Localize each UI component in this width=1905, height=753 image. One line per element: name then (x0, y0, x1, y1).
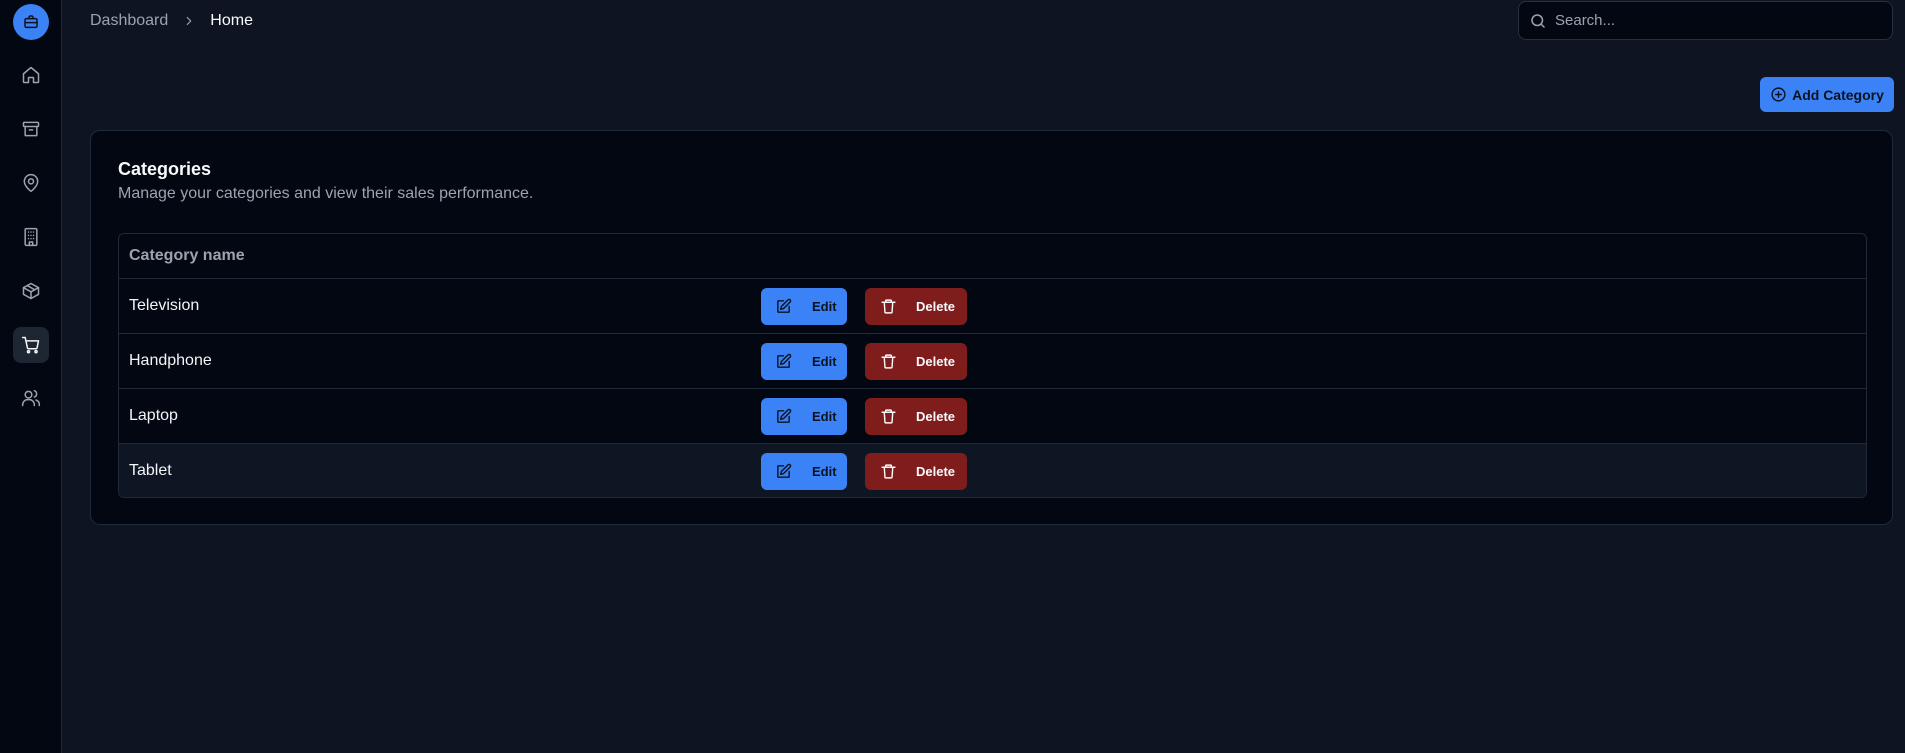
search-input[interactable] (1555, 12, 1875, 29)
breadcrumb-home: Home (210, 12, 253, 29)
delete-label: Delete (916, 298, 956, 314)
trash-icon (881, 463, 896, 479)
trash-icon (881, 353, 896, 369)
column-header-category-name: Category name (129, 247, 245, 264)
edit-label: Edit (812, 408, 837, 424)
edit-icon (777, 298, 792, 313)
edit-icon (777, 408, 792, 423)
edit-label: Edit (812, 298, 837, 314)
add-category-label: Add Category (1792, 86, 1884, 103)
category-name: Laptop (129, 407, 178, 424)
package-icon (22, 282, 40, 300)
edit-button[interactable]: Edit (761, 287, 847, 325)
archive-icon (22, 121, 40, 137)
search-icon (1531, 13, 1545, 28)
trash-icon (881, 298, 896, 314)
table-row: Tablet Edit Delete (119, 444, 1866, 497)
sidebar-item-locations[interactable] (13, 165, 49, 201)
table-row: Television Edit Delete (119, 279, 1866, 334)
category-name: Tablet (129, 462, 172, 479)
briefcase-icon (24, 15, 38, 29)
categories-card: Categories Manage your categories and vi… (90, 130, 1893, 525)
sidebar-item-buildings[interactable] (13, 219, 49, 255)
delete-label: Delete (916, 408, 956, 424)
trash-icon (881, 408, 896, 424)
edit-label: Edit (812, 353, 837, 369)
edit-label: Edit (812, 463, 837, 479)
edit-icon (777, 463, 792, 478)
card-description: Manage your categories and view their sa… (118, 185, 534, 202)
logo[interactable] (13, 4, 49, 40)
building-icon (24, 227, 38, 247)
shopping-cart-icon (21, 336, 40, 354)
sidebar-item-home[interactable] (13, 57, 49, 93)
table-header: Category name (119, 234, 1866, 279)
card-title: Categories (118, 159, 212, 179)
sidebar-item-products[interactable] (13, 273, 49, 309)
delete-label: Delete (916, 353, 956, 369)
users-icon (21, 389, 41, 407)
row-actions: Edit Delete (761, 452, 967, 490)
sidebar-item-users[interactable] (13, 380, 49, 416)
category-name: Television (129, 297, 200, 314)
table-row: Handphone Edit Delete (119, 334, 1866, 389)
plus-circle-icon (1771, 87, 1786, 102)
add-category-button[interactable]: Add Category (1760, 77, 1894, 112)
delete-button[interactable]: Delete (865, 397, 967, 435)
search-box (1518, 1, 1893, 40)
chevron-right-icon (182, 14, 196, 28)
sidebar (0, 0, 62, 753)
home-icon (22, 66, 40, 84)
table-row: Laptop Edit Delete (119, 389, 1866, 444)
breadcrumb: Dashboard Home (90, 11, 253, 31)
row-actions: Edit Delete (761, 287, 967, 325)
edit-button[interactable]: Edit (761, 397, 847, 435)
edit-button[interactable]: Edit (761, 342, 847, 380)
delete-label: Delete (916, 463, 956, 479)
sidebar-item-sales[interactable] (13, 327, 49, 363)
categories-table: Category name Television Edit Delete Han… (118, 233, 1867, 498)
row-actions: Edit Delete (761, 342, 967, 380)
delete-button[interactable]: Delete (865, 287, 967, 325)
breadcrumb-dashboard[interactable]: Dashboard (90, 12, 168, 30)
edit-icon (777, 353, 792, 368)
map-pin-icon (23, 173, 39, 193)
edit-button[interactable]: Edit (761, 452, 847, 490)
delete-button[interactable]: Delete (865, 342, 967, 380)
sidebar-item-archive[interactable] (13, 111, 49, 147)
delete-button[interactable]: Delete (865, 452, 967, 490)
category-name: Handphone (129, 352, 212, 369)
row-actions: Edit Delete (761, 397, 967, 435)
